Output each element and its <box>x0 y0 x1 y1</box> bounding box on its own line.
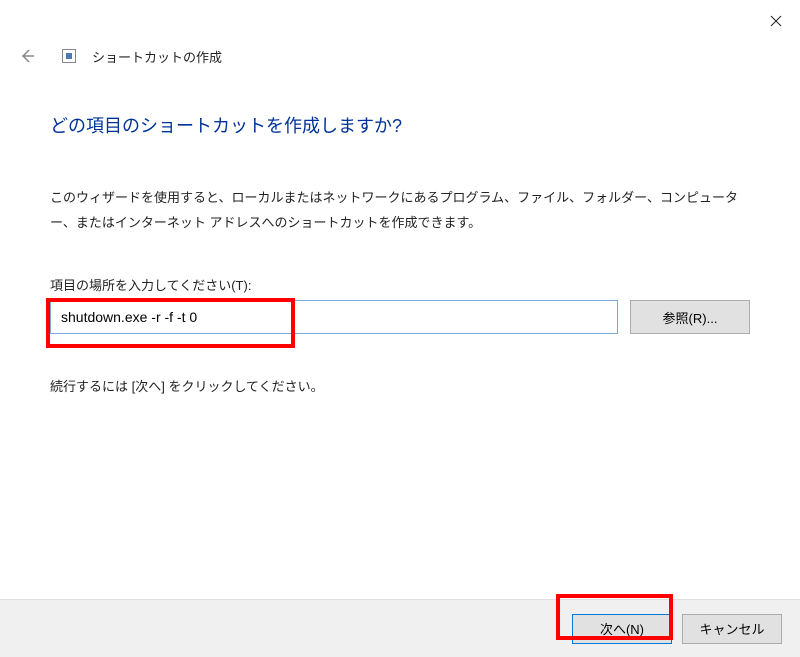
path-input[interactable] <box>50 300 618 334</box>
shortcut-icon <box>62 49 76 63</box>
content-area: どの項目のショートカットを作成しますか? このウィザードを使用すると、ローカルま… <box>0 72 800 395</box>
continue-instruction: 続行するには [次へ] をクリックしてください。 <box>50 376 750 395</box>
next-button[interactable]: 次へ(N) <box>572 614 672 644</box>
close-button[interactable] <box>753 6 798 36</box>
close-icon <box>770 15 782 27</box>
back-button[interactable] <box>18 47 36 65</box>
titlebar <box>0 0 800 40</box>
wizard-description: このウィザードを使用すると、ローカルまたはネットワークにあるプログラム、ファイル… <box>50 186 750 235</box>
header-row: ショートカットの作成 <box>0 40 800 72</box>
input-row: 参照(R)... <box>50 300 750 334</box>
main-heading: どの項目のショートカットを作成しますか? <box>50 112 750 138</box>
path-field-label: 項目の場所を入力してください(T): <box>50 275 750 294</box>
browse-button[interactable]: 参照(R)... <box>630 300 750 334</box>
cancel-button[interactable]: キャンセル <box>682 614 782 644</box>
back-arrow-icon <box>18 47 36 65</box>
window-title: ショートカットの作成 <box>92 47 222 66</box>
button-bar: 次へ(N) キャンセル <box>0 599 800 657</box>
